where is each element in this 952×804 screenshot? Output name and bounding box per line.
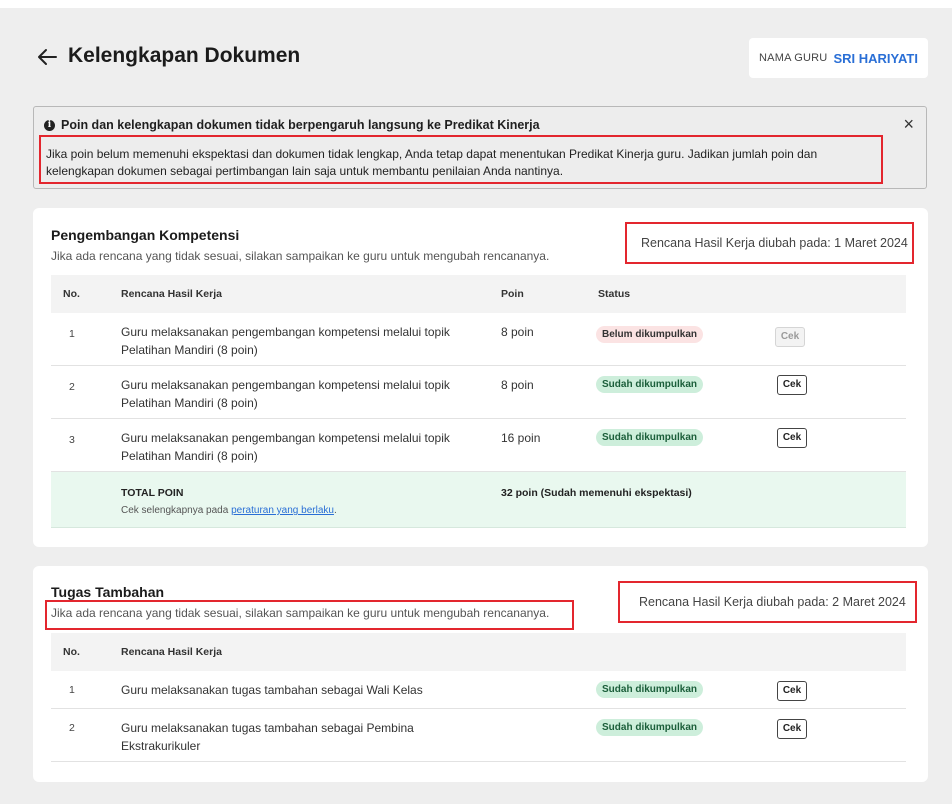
row-number: 1	[69, 684, 75, 696]
row-number: 3	[69, 434, 75, 446]
row-rencana: Guru melaksanakan pengembangan kompetens…	[121, 325, 450, 357]
row-number: 2	[69, 722, 75, 734]
guru-name: SRI HARIYATI	[833, 50, 918, 66]
section-subtitle: Jika ada rencana yang tidak sesuai, sila…	[51, 249, 550, 263]
row-number: 1	[69, 328, 75, 340]
total-note-prefix: Cek selengkapnya pada	[121, 505, 229, 516]
total-row: TOTAL POIN Cek selengkapnya pada peratur…	[51, 472, 906, 528]
arrow-left-icon[interactable]	[36, 46, 58, 68]
status-badge: Sudah dikumpulkan	[596, 376, 704, 393]
table-row: 2 Guru melaksanakan tugas tambahan sebag…	[51, 709, 906, 762]
row-poin: 8 poin	[501, 378, 534, 392]
peraturan-link[interactable]: peraturan yang berlaku	[231, 505, 334, 516]
row-rencana: Guru melaksanakan pengembangan kompetens…	[121, 431, 450, 463]
cek-button[interactable]: Cek	[777, 681, 807, 701]
page-title: Kelengkapan Dokumen	[68, 44, 301, 67]
total-value: 32 poin (Sudah memenuhi ekspektasi)	[501, 487, 692, 499]
column-header-status: Status	[598, 288, 631, 300]
cek-button[interactable]: Cek	[777, 375, 807, 395]
table-header: No. Rencana Hasil Kerja Poin Status	[51, 275, 906, 313]
table-row: 1 Guru melaksanakan pengembangan kompete…	[51, 313, 906, 366]
column-header-no: No.	[63, 646, 80, 658]
status-badge: Sudah dikumpulkan	[596, 681, 704, 698]
row-poin: 16 poin	[501, 431, 541, 445]
row-rencana: Guru melaksanakan tugas tambahan sebagai…	[121, 721, 414, 753]
info-icon: i	[44, 119, 55, 131]
column-header-poin: Poin	[501, 288, 524, 300]
guru-info: NAMA GURU SRI HARIYATI	[749, 38, 928, 78]
total-label: TOTAL POIN	[121, 487, 184, 499]
section-subtitle: Jika ada rencana yang tidak sesuai, sila…	[51, 606, 550, 620]
status-badge: Belum dikumpulkan	[596, 326, 704, 343]
column-header-no: No.	[63, 288, 80, 300]
info-alert: i Poin dan kelengkapan dokumen tidak ber…	[33, 106, 927, 189]
cek-button[interactable]: Cek	[775, 327, 805, 347]
page-header: Kelengkapan Dokumen NAMA GURU SRI HARIYA…	[36, 38, 928, 78]
section-title: Tugas Tambahan	[51, 584, 165, 600]
alert-title: Poin dan kelengkapan dokumen tidak berpe…	[61, 118, 540, 132]
card-pengembangan-kompetensi: Pengembangan Kompetensi Jika ada rencana…	[33, 208, 928, 547]
table-row: 2 Guru melaksanakan pengembangan kompete…	[51, 366, 906, 419]
row-number: 2	[69, 381, 75, 393]
top-bar	[0, 0, 952, 8]
card-tugas-tambahan: Tugas Tambahan Jika ada rencana yang tid…	[33, 566, 928, 782]
total-note: Cek selengkapnya pada peraturan yang ber…	[121, 505, 337, 516]
cek-button[interactable]: Cek	[777, 719, 807, 739]
total-note-suffix: .	[333, 505, 337, 516]
table-header: No. Rencana Hasil Kerja	[51, 633, 906, 671]
alert-header: i Poin dan kelengkapan dokumen tidak ber…	[44, 118, 540, 132]
close-icon[interactable]: ×	[903, 115, 914, 133]
table-row: 1 Guru melaksanakan tugas tambahan sebag…	[51, 671, 906, 709]
cek-button[interactable]: Cek	[777, 428, 807, 448]
status-badge: Sudah dikumpulkan	[596, 429, 704, 446]
last-modified-text: Rencana Hasil Kerja diubah pada: 1 Maret…	[641, 236, 908, 250]
guru-label: NAMA GURU	[759, 52, 828, 64]
status-badge: Sudah dikumpulkan	[596, 719, 704, 736]
alert-body: Jika poin belum memenuhi ekspektasi dan …	[46, 147, 818, 178]
section-title: Pengembangan Kompetensi	[51, 227, 240, 243]
column-header-rencana: Rencana Hasil Kerja	[121, 646, 222, 658]
last-modified-text: Rencana Hasil Kerja diubah pada: 2 Maret…	[639, 595, 906, 609]
row-rencana: Guru melaksanakan tugas tambahan sebagai…	[121, 683, 423, 697]
row-rencana: Guru melaksanakan pengembangan kompetens…	[121, 378, 450, 410]
table-row: 3 Guru melaksanakan pengembangan kompete…	[51, 419, 906, 472]
column-header-rencana: Rencana Hasil Kerja	[121, 288, 222, 300]
row-poin: 8 poin	[501, 325, 534, 339]
